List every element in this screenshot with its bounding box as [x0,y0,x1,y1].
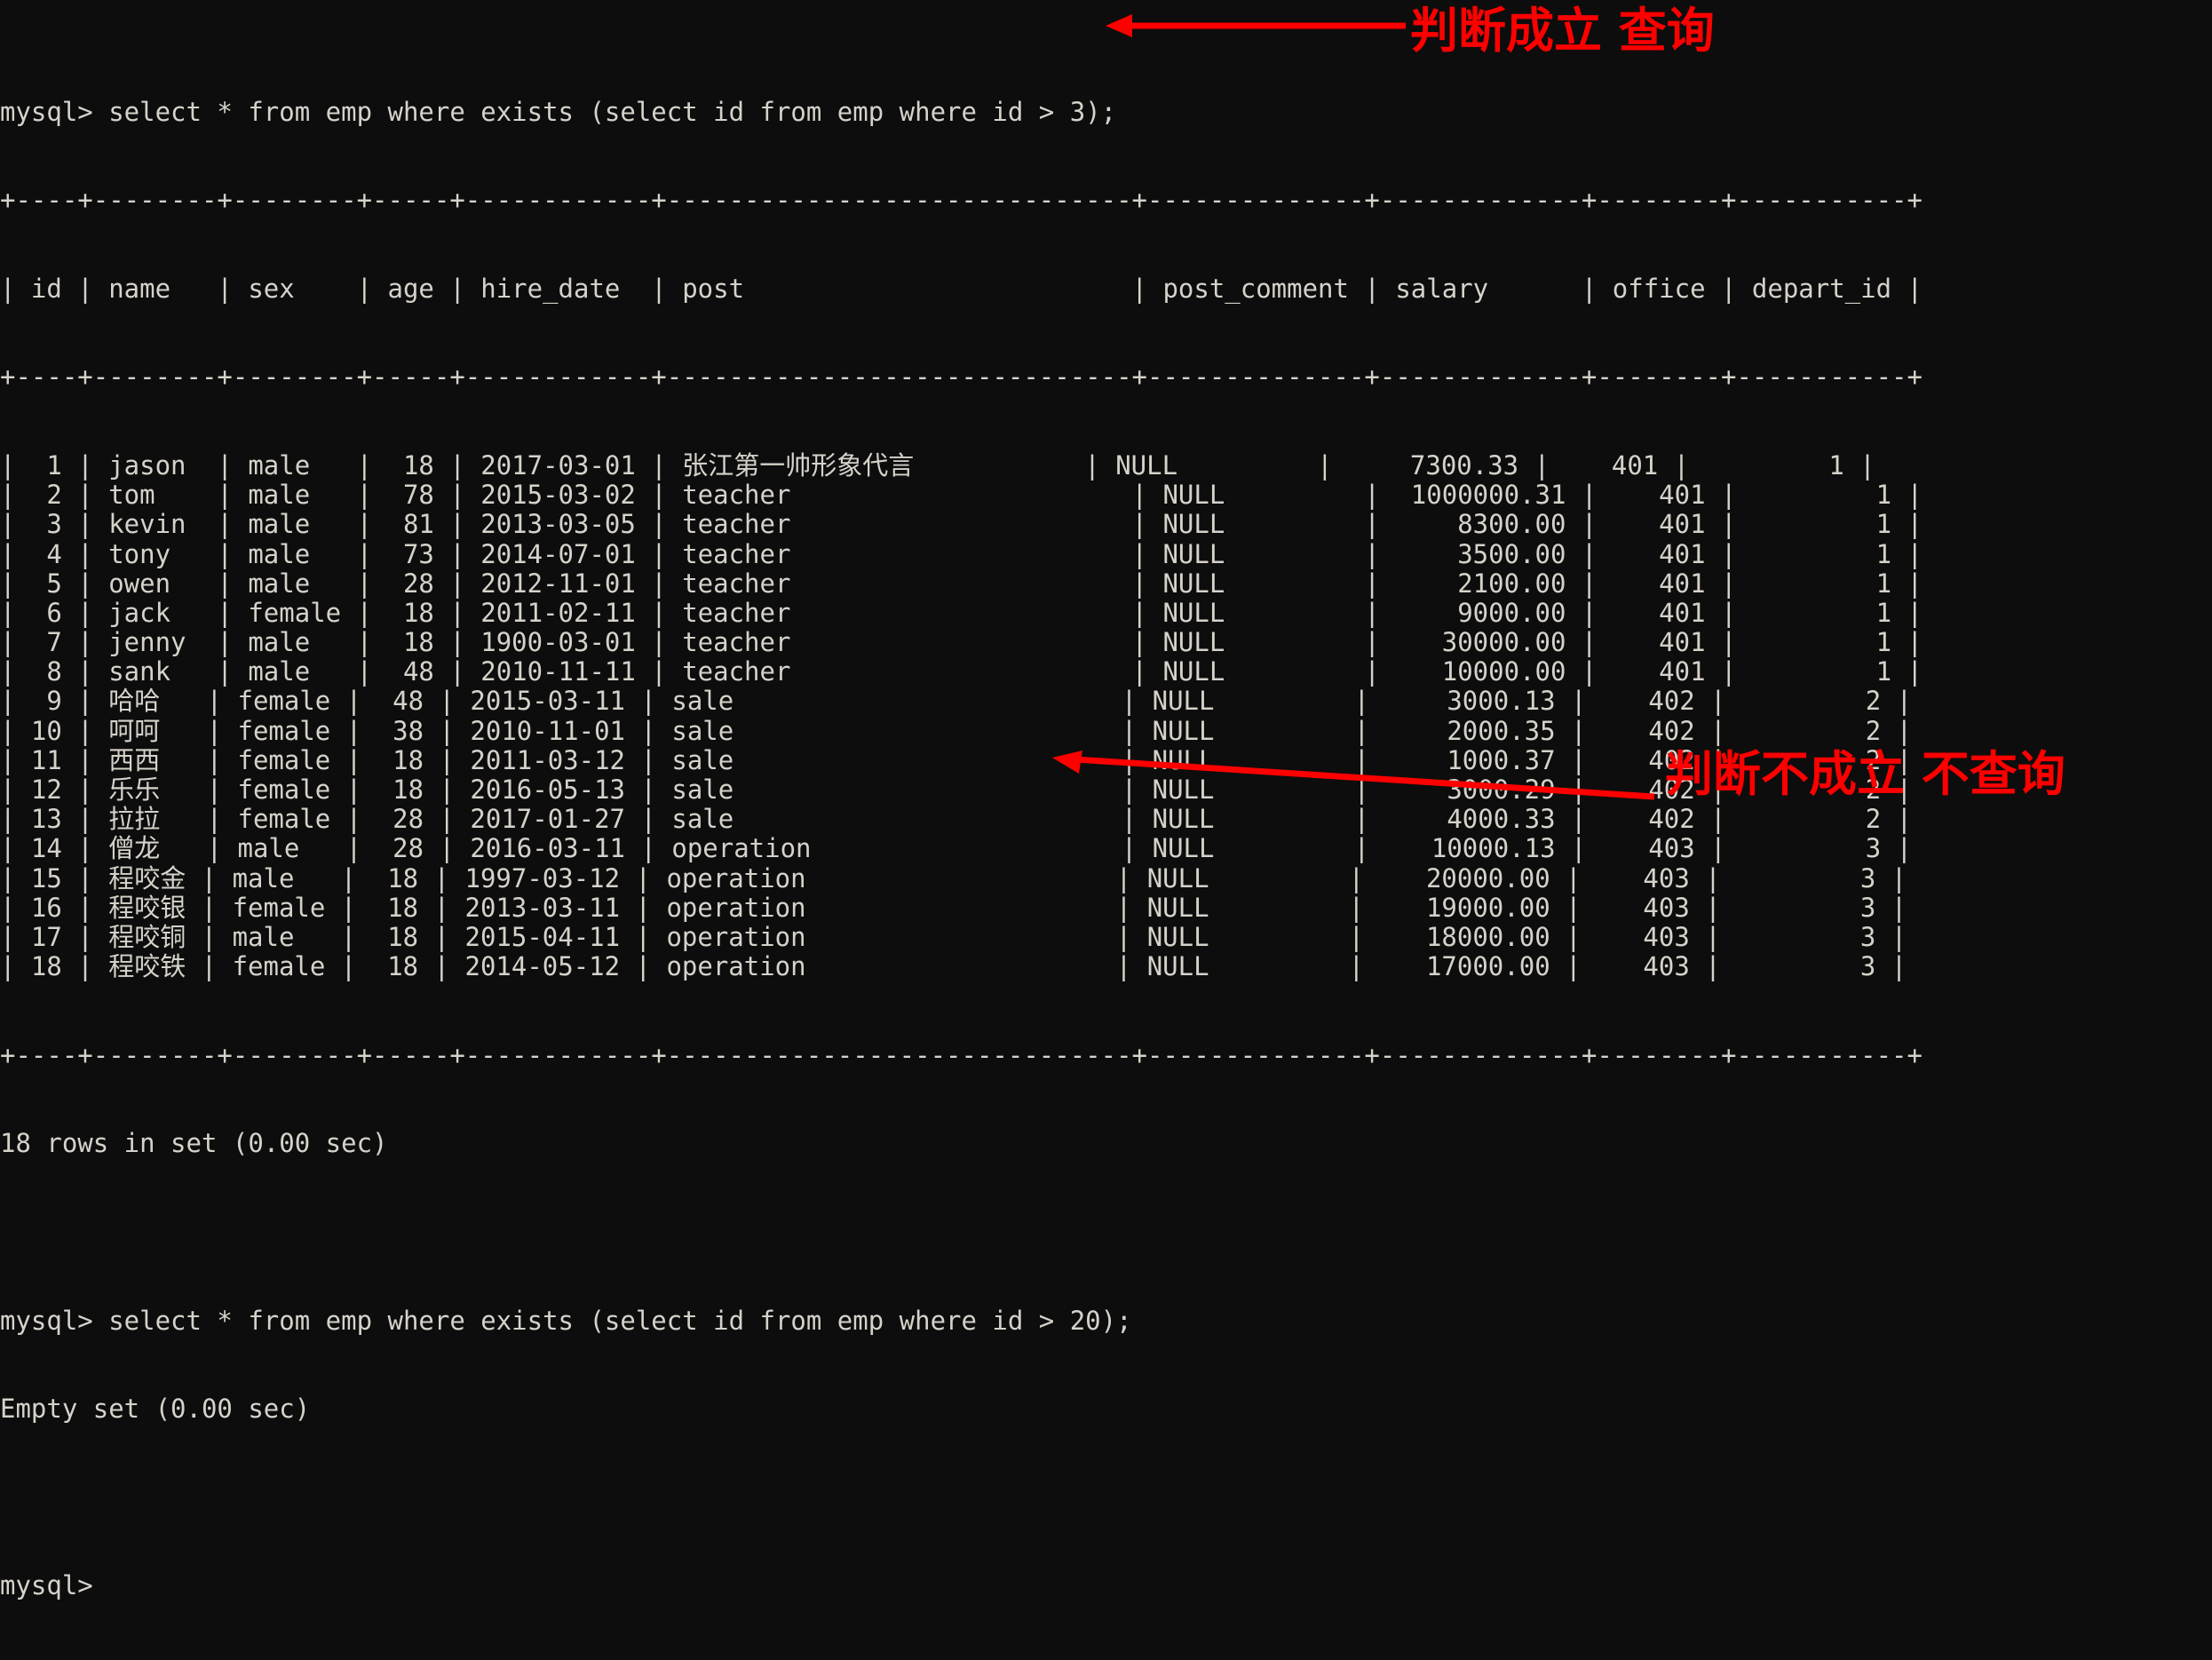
table-row: | 10 | 呵呵 | female | 38 | 2010-11-01 | s… [0,715,1913,746]
command-line-2[interactable]: mysql> select * from emp where exists (s… [0,1306,2212,1336]
table-border-bottom: +----+--------+--------+-----+----------… [0,1039,1923,1070]
table-row: | 14 | 僧龙 | male | 28 | 2016-03-11 | ope… [0,833,1913,864]
table-row: | 4 | tony | male | 73 | 2014-07-01 | te… [0,538,1923,569]
result-status-2: Empty set (0.00 sec) [0,1394,311,1425]
table-row: | 3 | kevin | male | 81 | 2013-03-05 | t… [0,509,1923,540]
table-row: | 6 | jack | female | 18 | 2011-02-11 | … [0,597,1923,628]
table-row: | 2 | tom | male | 78 | 2015-03-02 | tea… [0,480,1923,511]
table-row: | 7 | jenny | male | 18 | 1900-03-01 | t… [0,627,1923,658]
annotation-label-1: 判断成立 查询 [1410,3,1715,59]
table-row: | 15 | 程咬金 | male | 18 | 1997-03-12 | op… [0,862,1907,894]
table-header-row: | id | name | sex | age | hire_date | po… [0,273,1923,304]
annotation-arrow-2 [1052,751,1655,800]
annotation-arrow-1 [1106,14,1406,37]
result-status-1: 18 rows in set (0.00 sec) [0,1128,388,1159]
table-row: | 1 | jason | male | 18 | 2017-03-01 | 张… [0,449,1875,481]
table-row: | 18 | 程咬铁 | female | 18 | 2014-05-12 | … [0,951,1907,982]
spacer-line-1 [0,1218,2212,1247]
final-prompt[interactable]: mysql> [0,1571,2212,1600]
table-body: | 1 | jason | male | 18 | 2017-03-01 | 张… [0,449,2212,982]
table-border-top: +----+--------+--------+-----+----------… [0,185,1923,216]
spacer-line-2 [0,1483,2212,1513]
table-border-mid: +----+--------+--------+-----+----------… [0,361,1923,393]
table-row: | 13 | 拉拉 | female | 28 | 2017-01-27 | s… [0,804,1913,835]
table-row: | 5 | owen | male | 28 | 2012-11-01 | te… [0,568,1923,599]
table-row: | 9 | 哈哈 | female | 48 | 2015-03-11 | sa… [0,686,1913,717]
table-row: | 17 | 程咬铜 | male | 18 | 2015-04-11 | op… [0,921,1907,952]
command-line-1[interactable]: mysql> select * from emp where exists (s… [0,97,2212,127]
table-row: | 16 | 程咬银 | female | 18 | 2013-03-11 | … [0,892,1907,923]
annotation-label-2: 判断不成立 不查询 [1665,746,2065,802]
table-row: | 8 | sank | male | 48 | 2010-11-11 | te… [0,656,1923,687]
